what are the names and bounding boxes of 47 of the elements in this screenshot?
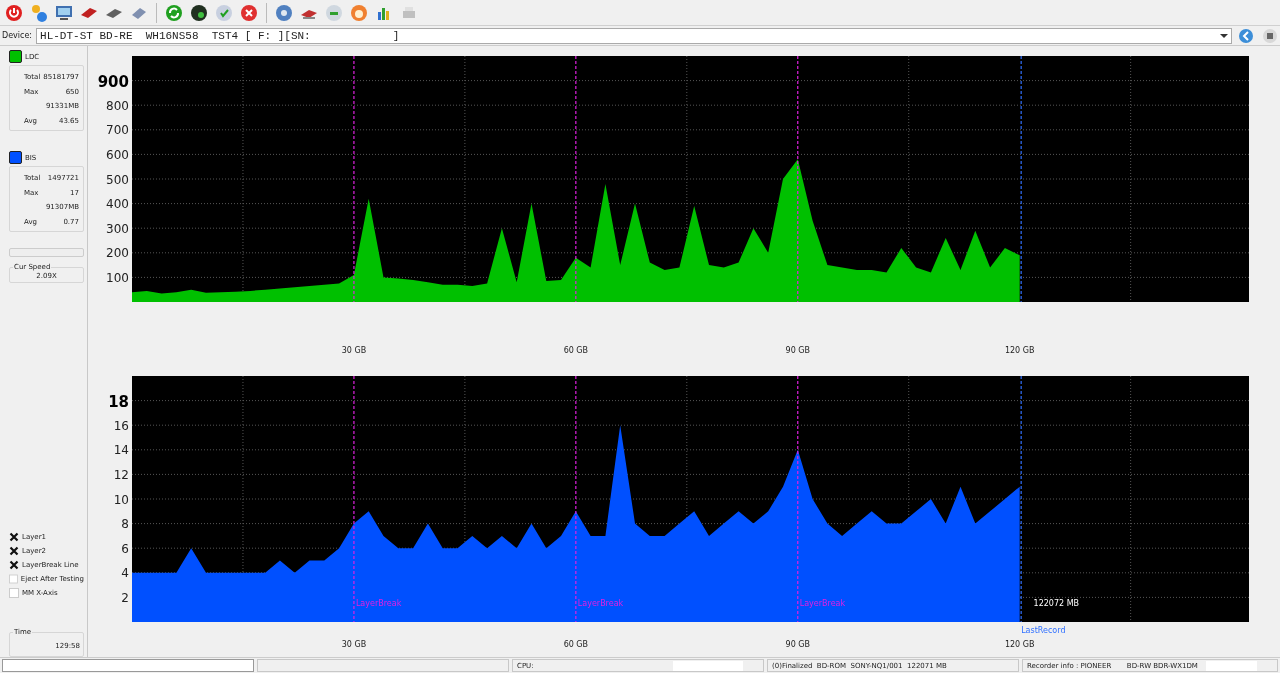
x-tick-label: 30 GB (341, 346, 367, 355)
y-tick-label: 14 (113, 443, 129, 458)
refresh-icon[interactable] (164, 2, 184, 23)
y-tick-label: 16 (113, 418, 129, 433)
x-tick-label: 120 GB (1004, 640, 1035, 649)
y-tick-label: 10 (113, 492, 129, 507)
checkbox[interactable] (9, 546, 19, 556)
save-icon[interactable] (1262, 27, 1278, 44)
y-tick-label: 6 (121, 541, 129, 556)
y-tick-label: 600 (106, 147, 129, 162)
y-tick-label: 900 (97, 72, 129, 91)
disc-icon[interactable] (189, 2, 209, 23)
layer-break-label: LayerBreak (355, 599, 402, 608)
device-dropdown[interactable]: HL-DT-ST BD-RE WH16NS58 TST4 [ F: ][SN: ] (36, 27, 1232, 44)
power-icon[interactable] (4, 2, 24, 23)
y-tick-label: 12 (113, 467, 129, 482)
legend-swatch[interactable] (9, 50, 22, 63)
device-label: Device: (2, 31, 33, 40)
x-tick-label: 90 GB (785, 346, 810, 355)
close-icon[interactable] (239, 2, 259, 23)
y-tick-label: 400 (106, 197, 129, 212)
y-tick-label: 18 (108, 392, 129, 411)
layer-break-label: LayerBreak (577, 599, 624, 608)
x-tick-label: 30 GB (341, 640, 367, 649)
y-tick-label: 200 (106, 246, 129, 261)
last-record-label: LastRecord (1021, 626, 1066, 635)
blank-field (673, 660, 743, 671)
y-tick-label: 500 (106, 172, 129, 187)
checkbox[interactable] (9, 532, 19, 542)
x-tick-label: 90 GB (785, 640, 810, 649)
x-tick-label: 60 GB (563, 640, 589, 649)
x-tick-label: 120 GB (1004, 346, 1035, 355)
x-tick-label: 60 GB (563, 346, 589, 355)
layer-break-label: LayerBreak (799, 599, 846, 608)
blank-field (1205, 660, 1257, 671)
cd-icon[interactable] (274, 2, 294, 23)
y-tick-label: 4 (121, 566, 129, 581)
y-tick-label: 800 (106, 98, 129, 113)
checkbox[interactable] (9, 560, 19, 570)
legend-swatch[interactable] (9, 151, 22, 164)
y-tick-label: 100 (106, 270, 129, 285)
size-label: 122072 MB (1033, 599, 1080, 608)
y-tick-label: 2 (121, 590, 129, 605)
y-tick-label: 8 (121, 517, 129, 532)
y-tick-label: 300 (106, 221, 129, 236)
disc-check-icon[interactable] (214, 2, 234, 23)
y-tick-label: 700 (106, 123, 129, 138)
